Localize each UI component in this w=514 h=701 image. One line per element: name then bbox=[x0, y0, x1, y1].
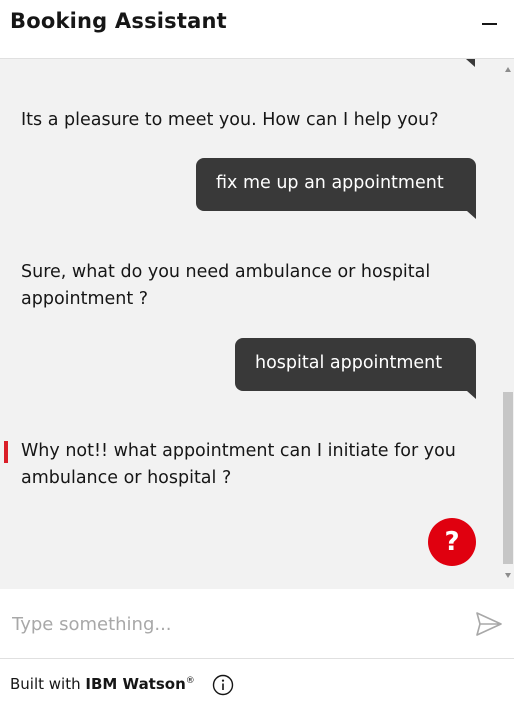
built-with-text: Built with IBM Watson® bbox=[10, 675, 195, 693]
minimize-icon[interactable] bbox=[478, 12, 502, 36]
chat-header: Booking Assistant bbox=[0, 0, 514, 59]
chat-title: Booking Assistant bbox=[10, 9, 227, 33]
bot-message: Why not!! what appointment can I initiat… bbox=[21, 441, 456, 488]
brand-name: IBM Watson bbox=[85, 675, 186, 693]
help-icon: ? bbox=[444, 527, 460, 557]
message-list[interactable]: Its a pleasure to meet you. How can I he… bbox=[0, 59, 514, 589]
scrollbar-thumb[interactable] bbox=[503, 392, 513, 564]
user-message: fix me up an appointment bbox=[196, 158, 476, 211]
user-bubble-tail bbox=[467, 391, 476, 399]
bot-message: Sure, what do you need ambulance or hosp… bbox=[21, 262, 431, 309]
composer bbox=[0, 589, 514, 659]
user-bubble-tail bbox=[467, 211, 476, 219]
footer: Built with IBM Watson® bbox=[0, 660, 514, 701]
registered-mark: ® bbox=[185, 676, 195, 686]
focus-indicator bbox=[4, 441, 8, 463]
built-with-label: Built with bbox=[10, 675, 81, 693]
bot-message: Its a pleasure to meet you. How can I he… bbox=[21, 110, 439, 130]
send-icon[interactable] bbox=[474, 610, 504, 638]
info-icon[interactable] bbox=[212, 674, 234, 696]
message-input[interactable] bbox=[0, 589, 460, 659]
help-button[interactable]: ? bbox=[428, 518, 476, 566]
previous-bubble-tail bbox=[466, 59, 475, 67]
scroll-up-arrow-icon[interactable] bbox=[505, 67, 511, 72]
scroll-down-arrow-icon[interactable] bbox=[505, 573, 511, 578]
user-message: hospital appointment bbox=[235, 338, 476, 391]
scrollbar[interactable] bbox=[502, 59, 514, 589]
